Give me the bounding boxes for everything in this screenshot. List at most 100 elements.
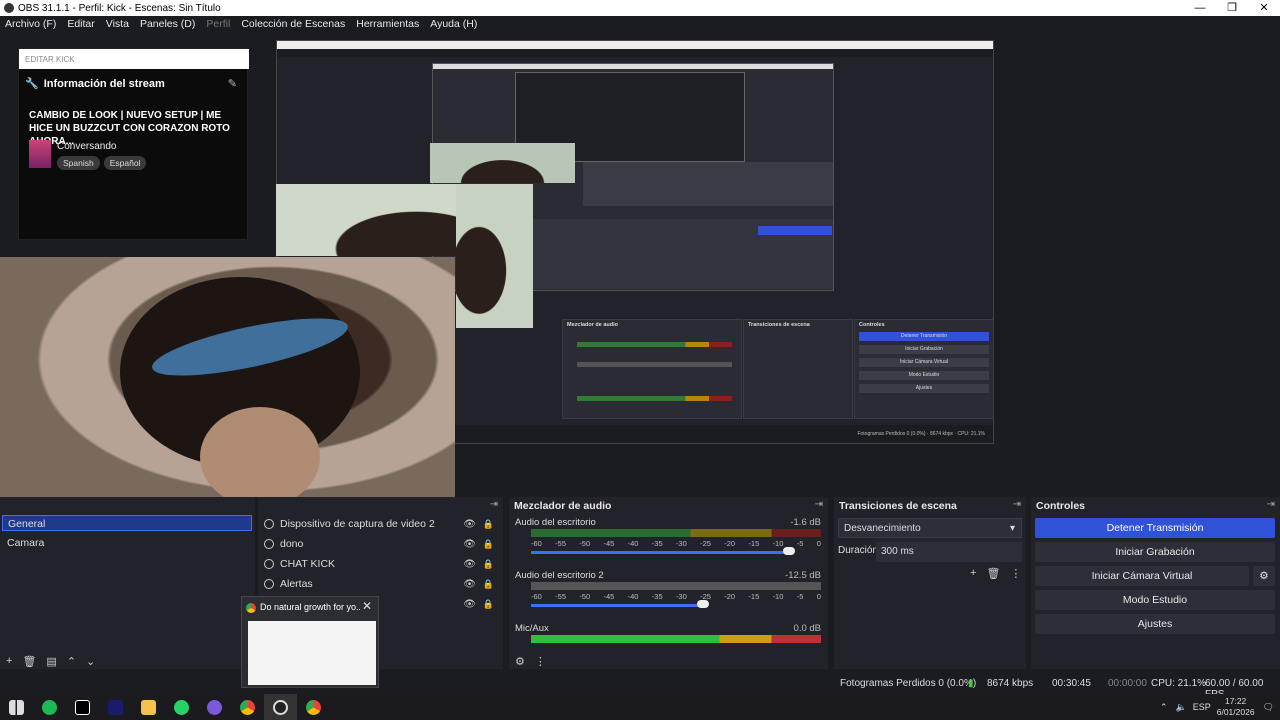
wrench-icon: 🔧 [25,78,39,90]
menu-bar: Archivo (F) Editar Vista Paneles (D) Per… [0,16,1280,32]
menu-vista[interactable]: Vista [106,18,129,30]
notification-icon[interactable]: 🗨 [1263,702,1274,713]
source-label: Alertas [280,578,313,590]
webcam-feed-small [430,143,575,183]
scenes-panel: General Camara + 🗑 ▤ ⌃ ⌄ [0,497,255,669]
source-row[interactable]: dono 👁 🔒 [264,535,500,553]
mixer-track: Audio del escritorio -1.6 dB -60 -55 -50 -4… [515,517,823,555]
panel-menu-icon[interactable]: ⇥ [1267,499,1275,510]
panel-menu-icon[interactable]: ⇥ [815,499,823,510]
menu-coleccion[interactable]: Colección de Escenas [241,18,345,30]
stream-time: 00:30:45 [1052,678,1091,689]
start-recording-button[interactable]: Iniciar Grabación [1035,542,1275,562]
menu-ayuda[interactable]: Ayuda (H) [430,18,477,30]
virtual-camera-settings-icon[interactable]: ⚙ [1253,566,1275,586]
volume-slider[interactable] [531,551,793,554]
browser-icon [264,539,274,549]
eye-icon[interactable]: 👁 [463,559,476,570]
menu-editar[interactable]: Editar [67,18,94,30]
settings-button[interactable]: Ajustes [1035,614,1275,634]
windows-start-icon[interactable] [0,694,33,720]
preview-canvas[interactable]: Mezclador de audio Transiciones de escen… [0,32,1280,497]
window-title: OBS 31.1.1 - Perfil: Kick - Escenas: Sin… [18,2,221,14]
edit-pencil-icon[interactable]: ✎ [228,77,237,90]
stream-info-header: Información del stream [43,77,165,90]
eye-icon[interactable]: 👁 [463,579,476,590]
transitions-title: Transiciones de escena [839,500,957,512]
track-db: 0.0 dB [793,623,821,634]
scene-general[interactable]: General [2,515,252,531]
volume-knob[interactable] [697,600,709,608]
close-button[interactable]: ✕ [1248,0,1280,16]
filter-icon[interactable]: ▤ [46,655,56,668]
track-name: Mic/Aux [515,623,549,634]
remove-transition-icon[interactable]: 🗑 [986,567,1000,580]
lock-icon[interactable]: 🔒 [483,539,494,550]
scene-camara[interactable]: Camara [2,535,252,551]
transition-select[interactable]: Desvanecimiento ▾ [838,518,1022,538]
remove-scene-icon[interactable]: 🗑 [22,655,36,668]
chrome-profile-icon[interactable] [198,694,231,720]
add-transition-icon[interactable]: + [970,567,976,580]
source-row[interactable]: Alertas 👁 🔒 [264,575,500,593]
taskbar-preview-popup[interactable]: Do natural growth for yo... ✕ [241,596,379,688]
panel-menu-icon[interactable]: ⇥ [1013,499,1021,510]
controls-title: Controles [1036,500,1086,512]
move-down-icon[interactable]: ⌄ [86,655,95,668]
source-label: CHAT KICK [280,558,336,570]
volume-icon[interactable]: 🔈 [1176,702,1187,713]
mixer-title: Mezclador de audio [514,500,612,512]
move-up-icon[interactable]: ⌃ [67,655,76,668]
lock-icon[interactable]: 🔒 [483,559,494,570]
eye-icon[interactable]: 👁 [463,599,476,610]
capcut-icon[interactable] [66,694,99,720]
stop-stream-button[interactable]: Detener Transmisión [1035,518,1275,538]
premiere-icon[interactable] [99,694,132,720]
mixer-track: Audio del escritorio 2 -12.5 dB -60 -55 -5… [515,570,823,608]
volume-knob[interactable] [783,547,795,555]
panel-menu-icon[interactable]: ⇥ [490,499,498,510]
eye-icon[interactable]: 👁 [463,519,476,530]
mixer-settings-icon[interactable]: ⚙ [515,655,525,668]
lock-icon[interactable]: 🔒 [483,519,494,530]
file-explorer-icon[interactable] [132,694,165,720]
chrome-alt-icon[interactable] [297,694,330,720]
source-row[interactable]: CHAT KICK 👁 🔒 [264,555,500,573]
chrome-icon[interactable] [231,694,264,720]
webcam-feed-main [0,257,455,497]
maximize-button[interactable]: ❐ [1216,0,1248,16]
menu-herramientas[interactable]: Herramientas [356,18,419,30]
menu-archivo[interactable]: Archivo (F) [5,18,56,30]
tag-espanol: Español [103,156,147,170]
eye-icon[interactable]: 👁 [463,539,476,550]
obs-logo-icon [4,3,14,13]
tray-chevron-icon[interactable]: ⌃ [1160,702,1168,713]
scene-transitions-panel: Transiciones de escena ⇥ Desvanecimiento… [834,497,1026,669]
minimize-button[interactable]: — [1184,0,1216,16]
browser-icon [264,559,274,569]
volume-slider[interactable] [531,604,703,607]
edit-kick-input[interactable]: EDITAR KICK [19,49,249,69]
source-label: dono [280,538,304,550]
clock[interactable]: 17:22 6/01/2026 [1217,696,1255,718]
meter-scale: -60 -55 -50 -45 -40 -35 -30 -25 -20 -15 -10 -5 0 [531,539,821,548]
add-scene-icon[interactable]: + [6,655,12,668]
obs-taskbar-icon[interactable] [264,694,297,720]
start-virtual-camera-button[interactable]: Iniciar Cámara Virtual [1035,566,1249,586]
title-bar: OBS 31.1.1 - Perfil: Kick - Escenas: Sin… [0,0,1280,16]
popup-close-icon[interactable]: ✕ [362,599,372,613]
lang-indicator[interactable]: ESP [1193,702,1211,712]
transition-menu-icon[interactable]: ⋮ [1010,567,1021,580]
mixer-menu-icon[interactable]: ⋮ [535,655,546,668]
whatsapp-icon[interactable] [165,694,198,720]
popup-thumbnail[interactable] [248,621,376,685]
lock-icon[interactable]: 🔒 [483,579,494,590]
studio-mode-button[interactable]: Modo Estudio [1035,590,1275,610]
menu-paneles[interactable]: Paneles (D) [140,18,195,30]
spotify-icon[interactable] [33,694,66,720]
menu-perfil[interactable]: Perfil [206,18,230,30]
lock-icon[interactable]: 🔒 [483,599,494,610]
source-row[interactable]: Dispositivo de captura de video 2 👁 🔒 [264,515,500,533]
duration-input[interactable]: 300 ms [876,542,1022,562]
status-bar: Fotogramas Perdidos 0 (0.0%) ▮ 8674 kbps… [0,675,1280,700]
